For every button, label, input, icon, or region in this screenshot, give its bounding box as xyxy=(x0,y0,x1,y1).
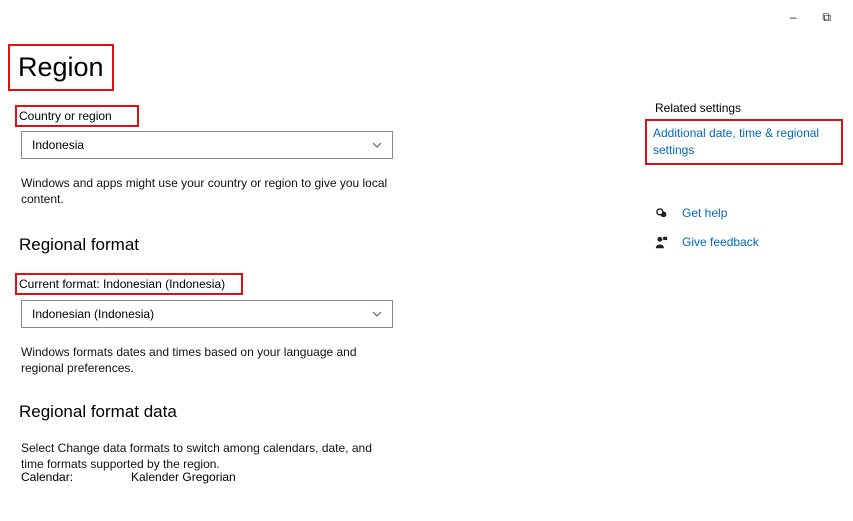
country-dropdown[interactable]: Indonesia xyxy=(21,131,393,159)
minimize-icon[interactable]: – xyxy=(790,10,797,25)
additional-date-time-link[interactable]: Additional date, time & regional setting… xyxy=(645,119,843,165)
give-feedback-link[interactable]: Give feedback xyxy=(655,235,759,249)
regional-format-data-title: Regional format data xyxy=(19,402,177,421)
page-title: Region xyxy=(8,44,114,91)
chevron-down-icon xyxy=(372,311,382,317)
regional-format-data-description: Select Change data formats to switch amo… xyxy=(21,441,372,471)
country-description: Windows and apps might use your country … xyxy=(21,176,388,206)
calendar-row: Calendar: Kalender Gregorian xyxy=(21,470,236,484)
regional-format-description: Windows formats dates and times based on… xyxy=(21,345,357,375)
chevron-down-icon xyxy=(372,142,382,148)
get-help-link[interactable]: Get help xyxy=(655,206,727,220)
regional-format-value: Indonesian (Indonesia) xyxy=(32,307,155,321)
get-help-label: Get help xyxy=(682,206,728,220)
help-chat-icon xyxy=(656,207,667,217)
regional-format-title: Regional format xyxy=(19,235,140,254)
feedback-icon xyxy=(655,236,668,248)
country-label: Country or region xyxy=(15,105,139,127)
calendar-label: Calendar: xyxy=(21,470,74,484)
regional-format-dropdown[interactable]: Indonesian (Indonesia) xyxy=(21,300,393,328)
related-settings-heading: Related settings xyxy=(655,101,742,115)
calendar-value: Kalender Gregorian xyxy=(131,470,236,484)
give-feedback-label: Give feedback xyxy=(682,235,759,249)
current-format-label: Current format: Indonesian (Indonesia) xyxy=(15,273,243,295)
restore-icon[interactable]: ⧉ xyxy=(822,10,831,25)
window-controls: – ⧉ xyxy=(790,10,831,25)
country-value: Indonesia xyxy=(32,138,85,152)
